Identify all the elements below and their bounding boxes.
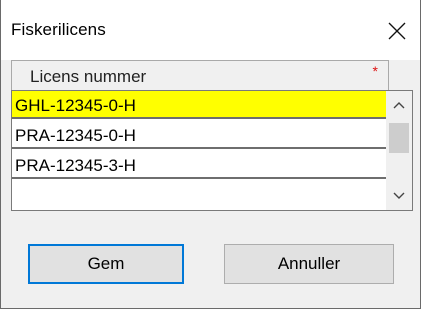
window-title: Fiskerilicens — [11, 20, 106, 39]
required-marker: * — [372, 63, 378, 79]
close-icon — [388, 22, 406, 40]
dialog-window: Fiskerilicens Licens nummer * GHL-12345-… — [0, 0, 421, 309]
field-header: Licens nummer * — [11, 60, 389, 90]
scroll-down-button[interactable] — [386, 182, 412, 210]
list-item[interactable]: GHL-12345-0-H — [12, 91, 386, 119]
scroll-thumb[interactable] — [389, 123, 409, 153]
chevron-up-icon — [393, 102, 405, 109]
list-item[interactable] — [12, 181, 386, 209]
title-bar: Fiskerilicens — [1, 0, 420, 60]
list-item[interactable]: PRA-12345-3-H — [12, 151, 386, 179]
field-label: Licens nummer — [30, 67, 147, 86]
close-button[interactable] — [380, 14, 414, 48]
license-list[interactable]: GHL-12345-0-H PRA-12345-0-H PRA-12345-3-… — [11, 90, 413, 211]
list-rows: GHL-12345-0-H PRA-12345-0-H PRA-12345-3-… — [12, 91, 386, 210]
scroll-up-button[interactable] — [386, 91, 412, 119]
save-button[interactable]: Gem — [28, 244, 184, 284]
vertical-scrollbar[interactable] — [386, 91, 412, 210]
cancel-button[interactable]: Annuller — [224, 244, 394, 284]
chevron-down-icon — [393, 192, 405, 199]
list-item[interactable]: PRA-12345-0-H — [12, 121, 386, 149]
